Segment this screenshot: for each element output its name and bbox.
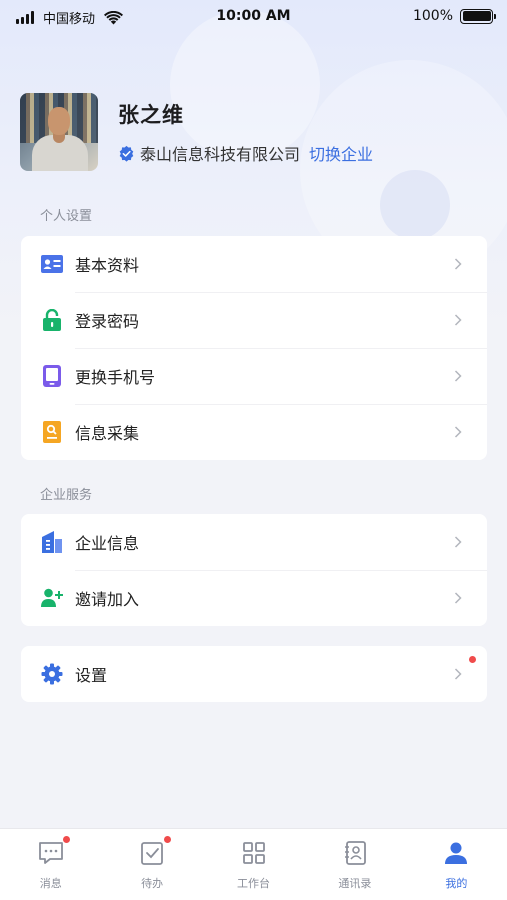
menu-item-invite[interactable]: 邀请加入 xyxy=(21,570,487,626)
contacts-icon xyxy=(342,840,368,866)
personal-settings-card: 基本资料 登录密码 更换手机号 信息采集 xyxy=(21,236,487,460)
chevron-right-icon xyxy=(454,258,462,270)
settings-card: 设置 xyxy=(21,646,487,702)
section-title-personal: 个人设置 xyxy=(40,209,93,224)
tab-label: 待办 xyxy=(141,877,164,890)
todo-icon xyxy=(139,836,172,866)
company-name: 泰山信息科技有限公司 xyxy=(140,145,301,164)
tab-messages[interactable]: 消息 xyxy=(0,829,101,900)
menu-item-login-password[interactable]: 登录密码 xyxy=(21,292,487,348)
user-icon xyxy=(443,840,469,866)
tab-label: 消息 xyxy=(39,877,62,890)
building-icon xyxy=(41,531,63,553)
chevron-right-icon xyxy=(454,314,462,326)
chevron-right-icon xyxy=(454,536,462,548)
status-bar: 中国移动 10:00 AM 100% xyxy=(0,0,507,34)
menu-item-settings[interactable]: 设置 xyxy=(21,646,487,702)
add-user-icon xyxy=(41,587,63,609)
menu-item-info-collection[interactable]: 信息采集 xyxy=(21,404,487,460)
menu-item-basic-info[interactable]: 基本资料 xyxy=(21,236,487,292)
section-title-enterprise: 企业服务 xyxy=(40,488,93,503)
chevron-right-icon xyxy=(454,370,462,382)
battery-icon xyxy=(460,8,496,24)
tab-workbench[interactable]: 工作台 xyxy=(203,829,304,900)
tab-mine[interactable]: 我的 xyxy=(406,829,507,900)
menu-item-change-phone[interactable]: 更换手机号 xyxy=(21,348,487,404)
battery-percent: 100% xyxy=(412,8,453,24)
menu-item-label: 登录密码 xyxy=(75,312,140,331)
menu-item-enterprise-info[interactable]: 企业信息 xyxy=(21,514,487,570)
menu-item-label: 邀请加入 xyxy=(75,590,140,609)
phone-icon xyxy=(41,365,63,387)
switch-company-link[interactable]: 切换企业 xyxy=(309,141,373,165)
menu-item-label: 基本资料 xyxy=(75,256,140,275)
verified-badge-icon xyxy=(119,145,134,162)
tab-contacts[interactable]: 通讯录 xyxy=(304,829,405,900)
notification-dot xyxy=(164,836,172,843)
menu-item-label: 企业信息 xyxy=(75,534,140,553)
user-name: 张之维 xyxy=(118,103,184,127)
document-search-icon xyxy=(41,421,63,443)
chevron-right-icon xyxy=(454,668,462,680)
message-icon xyxy=(38,836,70,866)
menu-item-label: 信息采集 xyxy=(75,424,140,443)
grid-icon xyxy=(241,840,267,866)
tab-label: 工作台 xyxy=(237,877,271,890)
enterprise-services-card: 企业信息 邀请加入 xyxy=(21,514,487,626)
notification-dot xyxy=(469,656,476,663)
lock-icon xyxy=(41,309,63,331)
gear-icon xyxy=(41,663,63,685)
menu-item-label: 设置 xyxy=(75,666,108,685)
chevron-right-icon xyxy=(454,426,462,438)
notification-dot xyxy=(62,836,70,843)
menu-item-label: 更换手机号 xyxy=(75,368,156,387)
tab-bar: 消息 待办 工作台 通讯录 我的 xyxy=(0,828,507,900)
tab-label: 通讯录 xyxy=(338,877,372,890)
avatar[interactable] xyxy=(20,93,98,171)
tab-label: 我的 xyxy=(445,877,468,890)
profile-header: 张之维 泰山信息科技有限公司 切换企业 xyxy=(20,93,373,171)
chevron-right-icon xyxy=(454,592,462,604)
id-card-icon xyxy=(41,253,63,275)
tab-todo[interactable]: 待办 xyxy=(101,829,202,900)
